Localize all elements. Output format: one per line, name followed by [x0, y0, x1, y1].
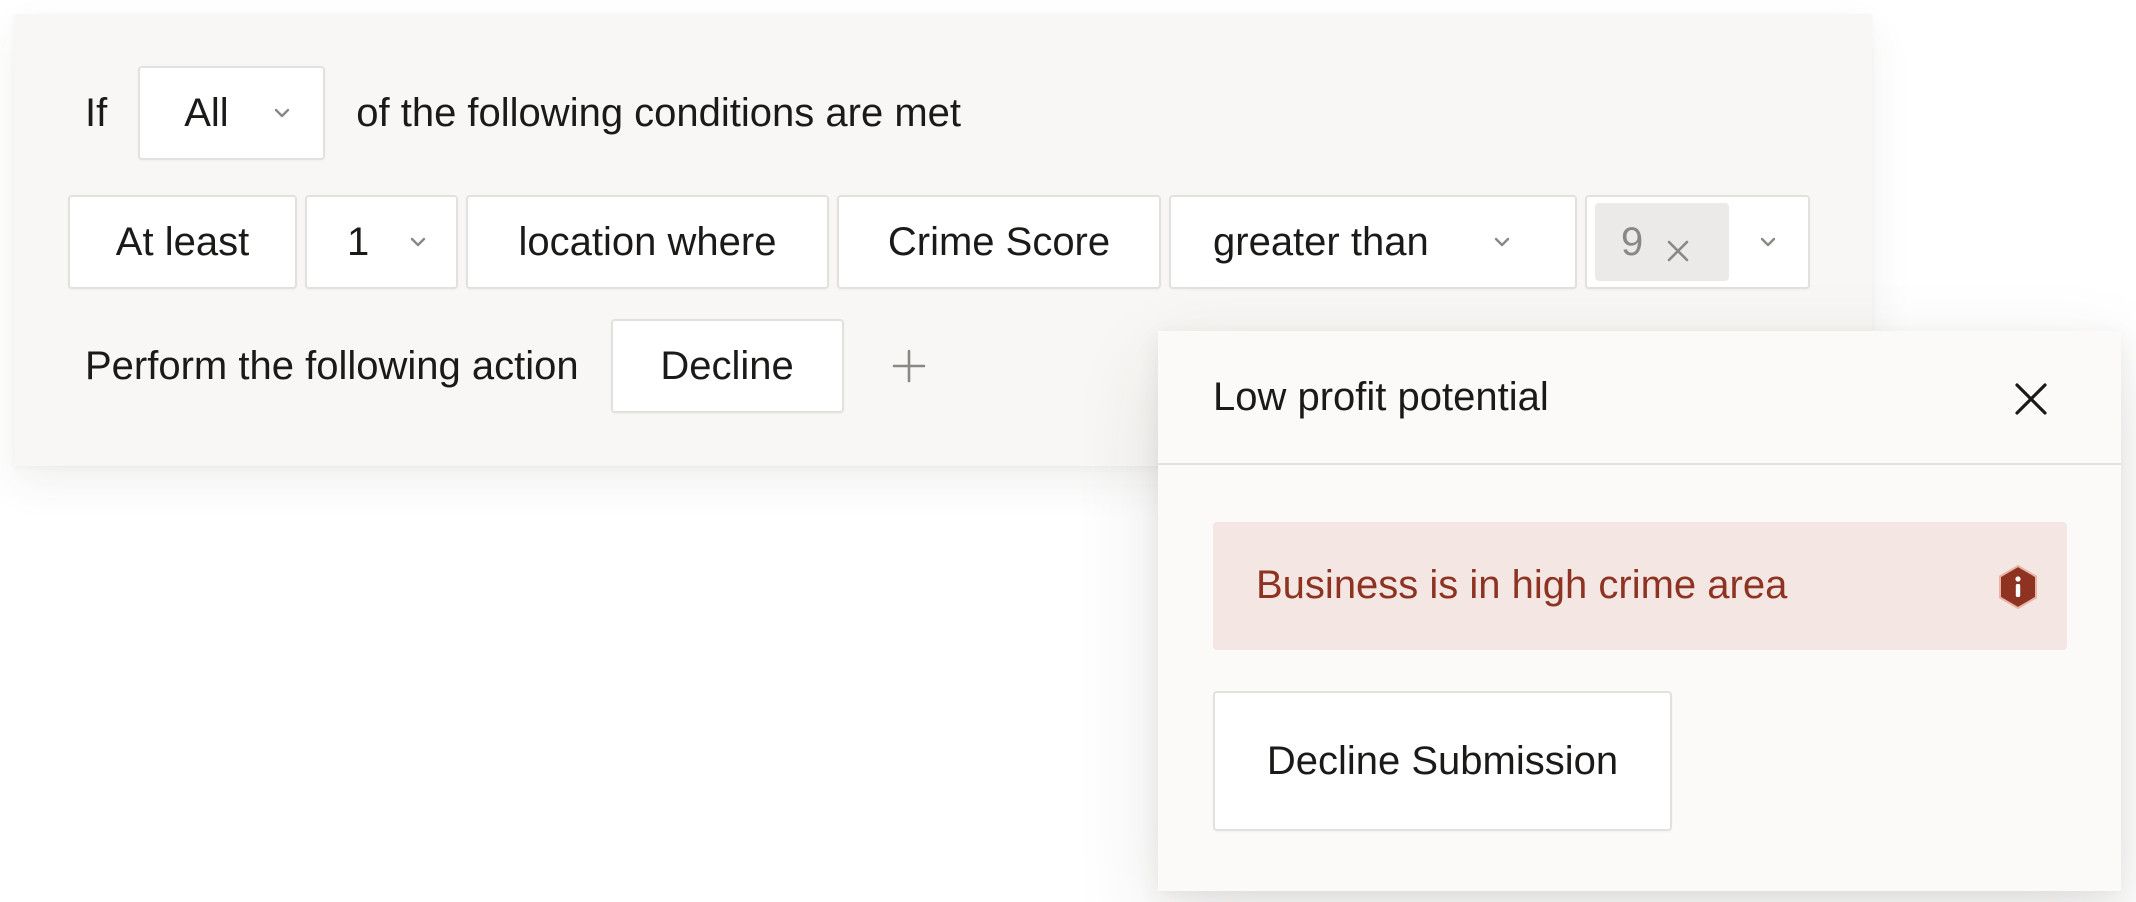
operator-value: greater than [1213, 219, 1429, 264]
quantifier-chip[interactable]: At least [68, 195, 297, 289]
chevron-down-icon [1759, 236, 1777, 248]
action-label: Perform the following action [85, 344, 579, 388]
close-icon[interactable] [2013, 381, 2049, 417]
decline-submission-button[interactable]: Decline Submission [1213, 691, 1672, 831]
value-multiselect[interactable]: 9 [1585, 195, 1810, 289]
match-mode-dropdown[interactable]: All [138, 66, 326, 160]
popover-title: Low profit potential [1213, 375, 1549, 419]
quantifier-label: At least [115, 219, 250, 264]
popover-header: Low profit potential [1158, 331, 2121, 465]
value-tag: 9 [1595, 203, 1729, 281]
alert-banner: Business is in high crime area [1213, 522, 2067, 650]
action-value: Decline [660, 343, 794, 388]
match-mode-value: All [184, 90, 229, 135]
count-dropdown[interactable]: 1 [305, 195, 458, 289]
chevron-down-icon [409, 236, 427, 248]
close-icon[interactable] [1665, 229, 1691, 262]
field-chip[interactable]: Crime Score [837, 195, 1161, 289]
decline-submission-label: Decline Submission [1266, 739, 1619, 783]
plus-icon[interactable] [892, 349, 926, 383]
conditions-label: of the following conditions are met [356, 91, 962, 135]
count-value: 1 [347, 219, 370, 264]
value-tag-label: 9 [1621, 219, 1644, 264]
if-label: If [85, 91, 108, 135]
chevron-down-icon [1493, 236, 1511, 248]
action-chip[interactable]: Decline [610, 319, 844, 413]
subject-chip[interactable]: location where [466, 195, 829, 289]
subject-label: location where [518, 219, 777, 264]
decision-popover: Low profit potential Business is in high… [1158, 331, 2121, 891]
condition-row: At least 1 location where Crime Score gr… [68, 194, 1872, 290]
info-hexagon-icon [1996, 564, 2040, 610]
rule-header-row: If All of the following conditions are m… [85, 66, 1872, 160]
alert-message: Business is in high crime area [1256, 563, 1788, 607]
chevron-down-icon [273, 107, 291, 119]
operator-dropdown[interactable]: greater than [1169, 195, 1577, 289]
field-label: Crime Score [887, 219, 1111, 264]
